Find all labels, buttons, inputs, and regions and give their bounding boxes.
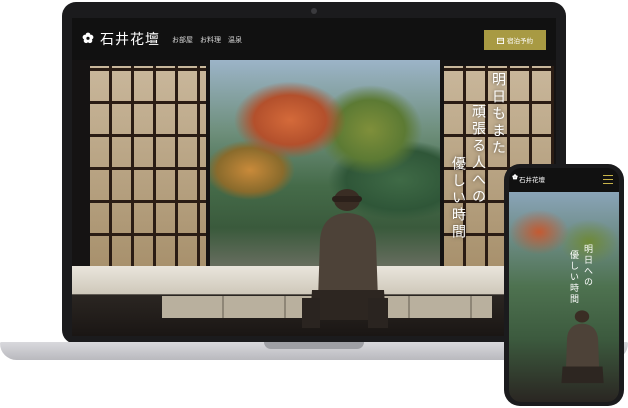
nav-cuisine[interactable]: お料理: [200, 35, 221, 45]
laptop-notch: [264, 342, 364, 349]
hero-copy-line-3: 優しい時間: [450, 156, 466, 241]
camera-icon: [311, 8, 317, 14]
mobile-brand-logo[interactable]: 石井花壇: [519, 174, 545, 184]
flower-crest-icon: [82, 32, 94, 44]
flower-crest-icon: [512, 174, 518, 180]
hero-copy-line-1: 明日もまた: [490, 72, 506, 157]
laptop-screen: 石井花壇 お部屋 お料理 温泉 宿泊予約 明日もまた 頑張る人への 優しい時間: [72, 18, 556, 336]
shoji-screen-left: [90, 66, 206, 266]
site-header: 石井花壇 お部屋 お料理 温泉 宿泊予約: [72, 18, 556, 60]
hamburger-menu-icon[interactable]: [603, 175, 613, 184]
mobile-hero-copy-2: 優しい時間: [568, 250, 578, 305]
brand-logo[interactable]: 石井花壇: [100, 29, 160, 49]
reserve-button[interactable]: 宿泊予約: [484, 30, 546, 50]
mobile-hero-copy-1: 明日への: [582, 244, 592, 288]
seated-person-silhouette: [561, 310, 604, 384]
calendar-icon: [497, 37, 504, 44]
reserve-label: 宿泊予約: [507, 37, 533, 45]
seated-person-silhouette: [302, 189, 388, 328]
nav-rooms[interactable]: お部屋: [172, 35, 193, 45]
hero-copy-line-2: 頑張る人への: [470, 104, 486, 206]
phone-screen: 石井花壇 明日への 優しい時間: [509, 168, 619, 402]
mobile-hero-photo: 明日への 優しい時間: [509, 192, 619, 402]
nav-onsen[interactable]: 温泉: [228, 35, 242, 45]
hero-section: 明日もまた 頑張る人への 優しい時間: [72, 60, 556, 336]
